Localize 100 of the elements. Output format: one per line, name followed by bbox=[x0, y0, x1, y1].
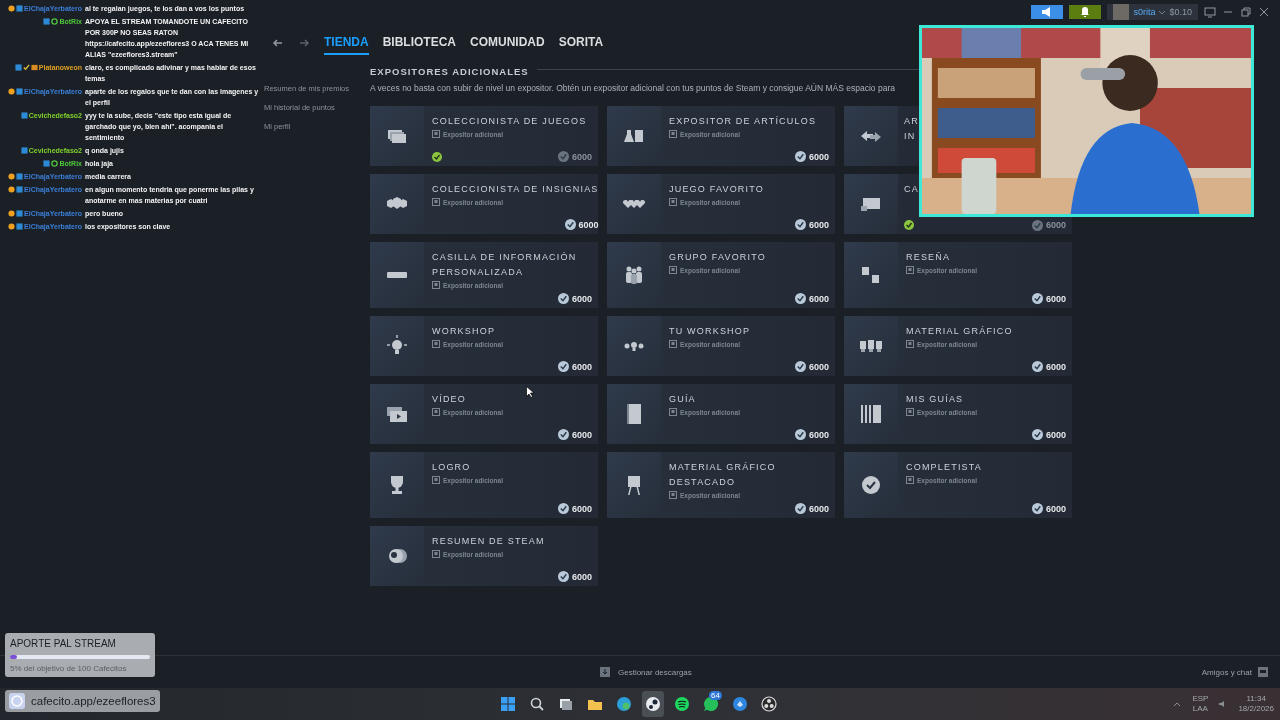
card-title: COLECCIONISTA DE JUEGOS bbox=[432, 115, 587, 128]
music-icon bbox=[674, 696, 690, 712]
section-description: A veces no basta con subir de nivel un expositor. Obtén un expositor adicional con tus puntos de Steam y consigue AÚN MÁS espacio para bbox=[370, 83, 896, 93]
points-icon bbox=[564, 219, 576, 230]
card-price: 6000 bbox=[557, 429, 592, 440]
points-icon bbox=[794, 151, 806, 162]
card-title: MATERIAL GRÁFICO bbox=[906, 325, 1013, 338]
points-icon bbox=[1031, 503, 1043, 514]
download-icon bbox=[600, 667, 610, 677]
frame-icon bbox=[669, 266, 677, 274]
coin-icon bbox=[8, 88, 16, 95]
square-icon bbox=[43, 160, 51, 167]
square-icon bbox=[16, 5, 24, 12]
card-title: VÍDEO bbox=[432, 393, 466, 406]
check-badge-icon bbox=[859, 473, 883, 497]
nav-tab[interactable]: COMUNIDAD bbox=[470, 31, 545, 55]
donation-link[interactable]: cafecito.app/ezeeflores3 bbox=[5, 690, 160, 712]
card-title: MATERIAL GRÁFICO DESTACADO bbox=[669, 461, 776, 489]
frame-icon bbox=[906, 340, 914, 348]
dot-icon bbox=[51, 18, 59, 25]
notifications-button[interactable] bbox=[1069, 5, 1102, 19]
steam-icon bbox=[645, 696, 661, 712]
nav-tab[interactable]: SORITA bbox=[558, 31, 604, 55]
aperture-icon bbox=[761, 696, 777, 712]
points-icon bbox=[557, 571, 569, 582]
showcase-card[interactable]: CA bbox=[844, 174, 920, 234]
check-icon bbox=[22, 64, 30, 71]
card-title: AR IN bbox=[904, 115, 919, 143]
card-price: 6000 bbox=[794, 293, 829, 304]
friends-link[interactable]: Amigos y chat bbox=[1201, 667, 1252, 677]
avatar bbox=[1113, 4, 1130, 20]
card-title: COMPLETISTA bbox=[906, 461, 983, 474]
points-icon bbox=[1031, 219, 1043, 231]
showcase-card[interactable]: AR IN bbox=[844, 106, 920, 166]
card-price: 6000 bbox=[557, 571, 592, 582]
card-price: 6000 bbox=[557, 293, 592, 304]
frame-icon bbox=[432, 550, 440, 558]
clock-date[interactable]: 18/2/2026 bbox=[1238, 704, 1274, 714]
windows-icon bbox=[558, 696, 574, 712]
gift-icon bbox=[30, 64, 38, 71]
language-indicator[interactable]: ESP LAA bbox=[1192, 694, 1209, 714]
cursor-icon bbox=[526, 386, 534, 398]
frame-icon bbox=[432, 198, 440, 206]
square-icon bbox=[16, 88, 24, 95]
books-icon bbox=[859, 402, 883, 426]
back-icon[interactable] bbox=[272, 37, 284, 49]
card-title: CASILLA DE INFORMACIÓN PERSONALIZADA bbox=[432, 251, 577, 279]
square-icon bbox=[20, 112, 28, 119]
card-price: 6000 bbox=[794, 361, 829, 372]
square-icon bbox=[20, 147, 28, 154]
downloads-link[interactable]: Gestionar descargas bbox=[618, 667, 692, 677]
card-price: 6000 bbox=[794, 503, 829, 514]
browser-icon bbox=[616, 696, 632, 712]
frame-icon bbox=[432, 476, 440, 484]
points-icon bbox=[557, 361, 569, 372]
card-price: 6000 bbox=[1031, 293, 1066, 304]
chat-bubble-icon bbox=[703, 696, 719, 712]
card-price: 6000 bbox=[1031, 361, 1066, 372]
card-price: 6000 bbox=[794, 429, 829, 440]
points-icon bbox=[794, 219, 806, 230]
taskbar-app[interactable]: 64 bbox=[700, 691, 722, 717]
hearts-icon bbox=[622, 200, 646, 208]
card-price: 6000 bbox=[1031, 503, 1066, 514]
announcements-button[interactable] bbox=[1031, 5, 1064, 19]
points-icon bbox=[794, 361, 806, 372]
search-icon bbox=[529, 696, 545, 712]
points-icon bbox=[557, 503, 569, 514]
check-icon bbox=[432, 151, 442, 162]
account-menu[interactable]: s0rita $0.10 bbox=[1107, 4, 1198, 20]
grid-icon bbox=[500, 696, 516, 712]
close-icon[interactable] bbox=[1258, 6, 1270, 18]
points-icon bbox=[1031, 429, 1043, 440]
section-title: EXPOSITORES ADICIONALES bbox=[370, 65, 529, 77]
card-price: 6000 bbox=[794, 219, 829, 230]
card-price: 6000 bbox=[557, 151, 592, 162]
card-price: 6000 bbox=[564, 219, 599, 230]
clock-time[interactable]: 11:34 bbox=[1246, 694, 1266, 704]
points-icon bbox=[1031, 361, 1043, 372]
taskbar-app[interactable] bbox=[642, 691, 664, 717]
card-title: WORKSHOP bbox=[432, 325, 496, 338]
bar-icon bbox=[385, 271, 409, 279]
card-title: RESUMEN DE STEAM bbox=[432, 535, 545, 548]
cup-icon bbox=[9, 693, 25, 709]
frame-icon bbox=[432, 130, 440, 138]
frame-icon bbox=[669, 340, 677, 348]
card-title: MIS GUÍAS bbox=[906, 393, 964, 406]
restore-icon[interactable] bbox=[1240, 6, 1252, 18]
frame-icon bbox=[669, 198, 677, 206]
points-icon bbox=[557, 293, 569, 304]
points-icon bbox=[794, 429, 806, 440]
square-icon bbox=[43, 18, 51, 25]
nav-tab[interactable]: BIBLIOTECA bbox=[382, 31, 456, 55]
nav-tab[interactable]: TIENDA bbox=[324, 31, 369, 55]
card-price: 6000 bbox=[1031, 219, 1066, 231]
card-price: 6000 bbox=[794, 151, 829, 162]
bell-icon bbox=[1079, 6, 1092, 18]
monitor-icon[interactable] bbox=[1204, 6, 1216, 18]
frame-icon bbox=[669, 408, 677, 416]
frame-icon bbox=[906, 476, 914, 484]
forward-icon[interactable] bbox=[298, 37, 310, 49]
